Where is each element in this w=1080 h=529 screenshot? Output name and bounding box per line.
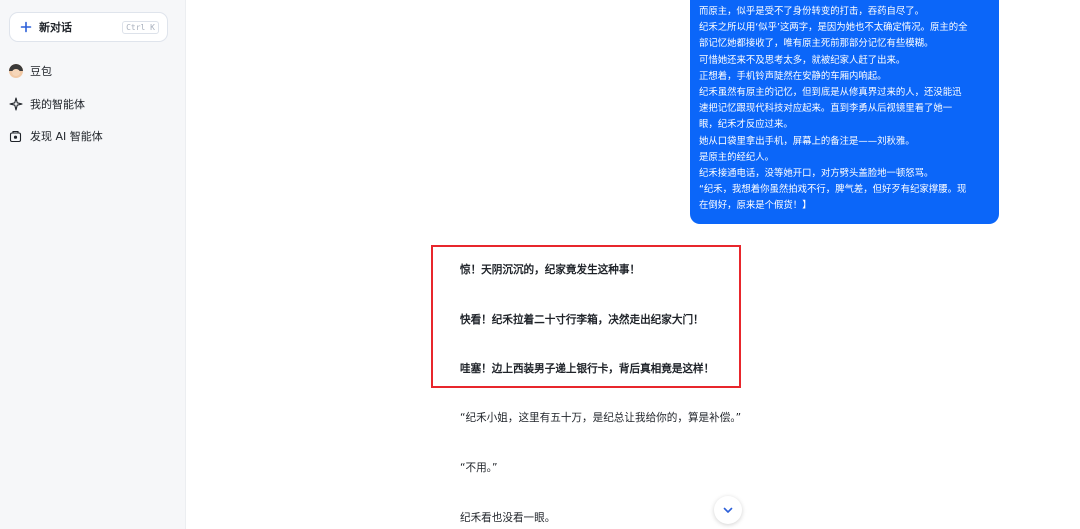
discover-icon xyxy=(8,129,23,144)
assistant-paragraph: “不用。” xyxy=(460,462,498,474)
sidebar-item-discover-agents[interactable]: 发现 AI 智能体 xyxy=(8,124,176,148)
sidebar-item-doubao[interactable]: 豆包 xyxy=(8,59,176,83)
assistant-headline: 惊！天阴沉沉的，纪家竟发生这种事！ xyxy=(460,264,641,276)
chat-area: 而原主，似乎是受不了身份转变的打击，吞药自尽了。 纪禾之所以用‘似乎’这两字，是… xyxy=(186,0,1080,529)
scroll-down-button[interactable] xyxy=(714,496,742,524)
message-line: 可惜她还来不及思考太多，就被纪家人赶了出来。 xyxy=(699,54,906,66)
user-message-bubble: 而原主，似乎是受不了身份转变的打击，吞药自尽了。 纪禾之所以用‘似乎’这两字，是… xyxy=(690,0,999,224)
message-line: 是原主的经纪人。 xyxy=(699,151,775,163)
new-chat-button[interactable]: 新对话 Ctrl K xyxy=(9,12,168,42)
message-line: 纪禾接通电话，没等她开口，对方劈头盖脸地一顿怒骂。 xyxy=(699,168,934,180)
assistant-headline: 快看！纪禾拉着二十寸行李箱，决然走出纪家大门！ xyxy=(460,314,704,326)
sidebar: 新对话 Ctrl K 豆包 我的智能体 发现 AI 智能体 xyxy=(0,0,186,529)
sidebar-item-label: 我的智能体 xyxy=(30,98,85,111)
chevron-down-icon xyxy=(722,504,734,516)
sparkle-icon xyxy=(8,97,23,112)
sidebar-item-label: 豆包 xyxy=(30,65,52,78)
message-line: 而原主，似乎是受不了身份转变的打击，吞药自尽了。 xyxy=(699,6,925,17)
assistant-paragraph: 纪禾看也没看一眼。 xyxy=(460,512,556,524)
message-line: 正想着，手机铃声陡然在安静的车厢内响起。 xyxy=(699,70,887,82)
shortcut-hint: Ctrl K xyxy=(122,20,159,34)
message-line: 在倒好，原来是个假货！】 xyxy=(699,200,812,212)
new-chat-label: 新对话 xyxy=(39,21,72,34)
message-line: 纪禾虽然有原主的记忆，但到底是从修真界过来的人，还没能迅 xyxy=(699,87,962,99)
message-line: 部记忆她都接收了，唯有原主死前那部分记忆有些模糊。 xyxy=(699,38,934,50)
assistant-paragraph: “纪禾小姐，这里有五十万，是纪总让我给你的，算是补偿。” xyxy=(460,412,742,424)
message-line: 她从口袋里拿出手机，屏幕上的备注是——刘秋雅。 xyxy=(699,135,915,147)
doubao-avatar-icon xyxy=(8,64,23,79)
plus-icon xyxy=(19,20,33,34)
message-line: 速把记忆跟现代科技对应起来。直到李勇从后视镜里看了她一 xyxy=(699,103,953,115)
message-line: 眼，纪禾才反应过来。 xyxy=(699,119,793,131)
message-line: 纪禾之所以用‘似乎’这两字，是因为她也不太确定情况。原主的全 xyxy=(699,22,968,34)
message-line: “纪禾，我想着你虽然拍戏不行，脾气差，但好歹有纪家撑腰。现 xyxy=(699,184,967,196)
sidebar-item-my-agents[interactable]: 我的智能体 xyxy=(8,92,176,116)
sidebar-item-label: 发现 AI 智能体 xyxy=(30,130,103,143)
assistant-headline: 哇塞！边上西装男子递上银行卡，背后真相竟是这样！ xyxy=(460,363,715,375)
